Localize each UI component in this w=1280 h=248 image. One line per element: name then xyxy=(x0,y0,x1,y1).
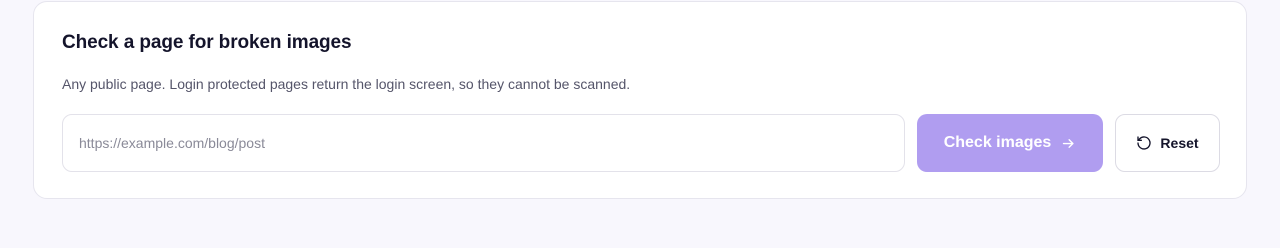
card-title: Check a page for broken images xyxy=(62,32,352,53)
broken-images-card: Check a page for broken images Any publi… xyxy=(33,1,1247,199)
check-images-label: Check images xyxy=(943,134,1052,151)
arrow-right-icon xyxy=(1061,136,1076,151)
rotate-ccw-icon xyxy=(1136,135,1152,151)
reset-button[interactable]: Reset xyxy=(1115,114,1220,172)
url-input[interactable] xyxy=(62,114,905,172)
check-images-button[interactable]: Check images xyxy=(917,114,1103,172)
reset-label: Reset xyxy=(1160,135,1199,151)
card-subtitle: Any public page. Login protected pages r… xyxy=(62,76,631,92)
